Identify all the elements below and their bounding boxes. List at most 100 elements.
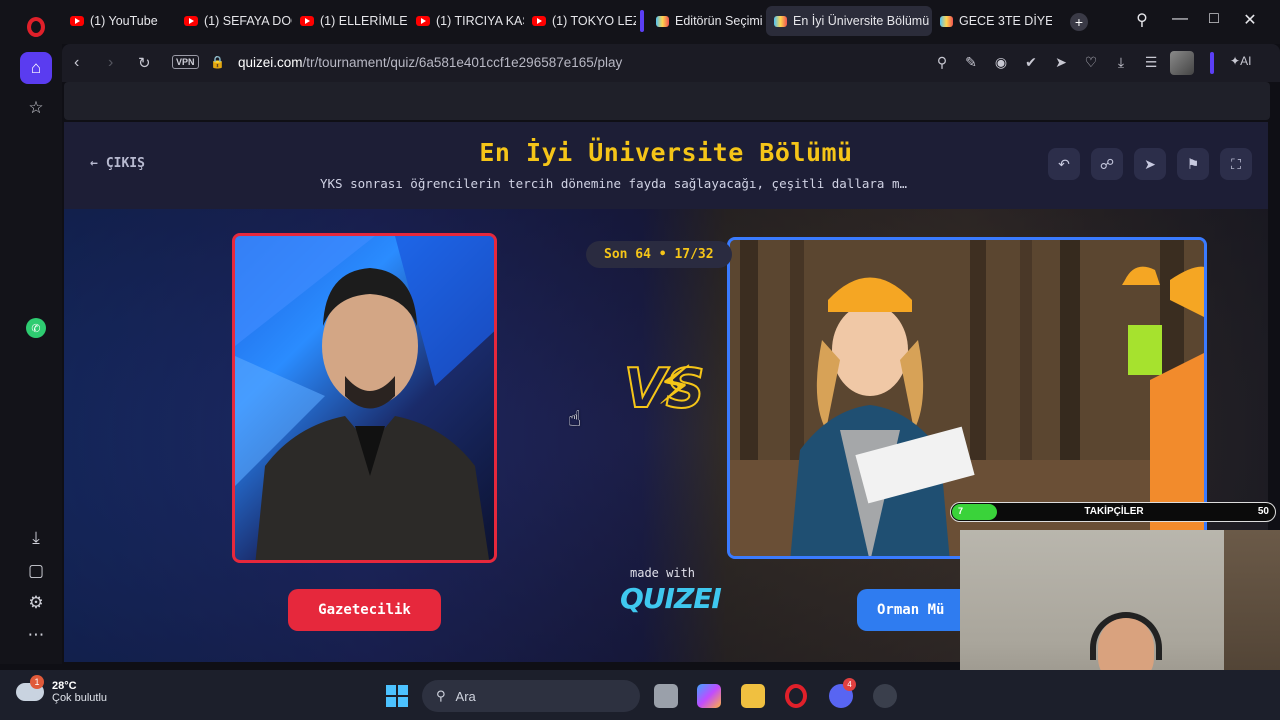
youtube-icon: [416, 16, 430, 26]
address-bar: ‹ › ↻ VPN 🔒 quizei.com/tr/tournament/qui…: [62, 44, 1280, 82]
url-host: quizei.com: [238, 55, 303, 70]
url-field[interactable]: quizei.com/tr/tournament/quiz/6a581e401c…: [238, 55, 622, 70]
tab-editor-choice[interactable]: Editörün Seçimi: [648, 6, 766, 36]
tab-search-icon[interactable]: ⚲: [1130, 10, 1154, 30]
made-with-label: made with: [630, 566, 696, 580]
tab-sefaya[interactable]: (1) SEFAYA DOĞ: [176, 6, 292, 36]
tab-label: (1) YouTube: [90, 14, 158, 28]
bookmarks-bar: [64, 82, 1270, 120]
profile-avatar[interactable]: [1170, 51, 1194, 75]
lightning-icon: ⚡: [656, 356, 694, 416]
tab-island-divider: [640, 10, 644, 32]
round-indicator: Son 64 • 17/32: [586, 241, 732, 268]
followers-max: 50: [1257, 506, 1269, 517]
whatsapp-icon[interactable]: ✆: [20, 312, 52, 344]
tab-label: Editörün Seçimi: [675, 14, 763, 28]
star-icon[interactable]: ☆: [20, 92, 52, 124]
followers-progress-bar: 7 TAKİPÇİLER 50: [950, 502, 1276, 522]
tab-tirciya[interactable]: (1) TIRCIYA KASI: [408, 6, 524, 36]
tab-strip: (1) YouTube (1) SEFAYA DOĞ (1) ELLERİMLE…: [62, 6, 1052, 38]
app-icon[interactable]: [873, 684, 897, 708]
camera-icon[interactable]: ◉: [991, 54, 1011, 71]
mouse-cursor-icon: ☝: [568, 406, 582, 431]
flag-icon[interactable]: ⚑: [1177, 148, 1209, 180]
page-subtitle: YKS sonrası öğrencilerin tercih dönemine…: [320, 176, 907, 191]
reload-icon[interactable]: ↻: [138, 54, 151, 72]
share-icon[interactable]: ☍: [1091, 148, 1123, 180]
cube-icon[interactable]: ▢: [20, 555, 52, 587]
browser-tab-bar: (1) YouTube (1) SEFAYA DOĞ (1) ELLERİMLE…: [0, 0, 1280, 44]
url-path: /tr/tournament/quiz/6a581e401ccf1e296587…: [302, 55, 623, 70]
forward-arrow-icon[interactable]: ›: [108, 54, 113, 72]
youtube-icon: [532, 16, 546, 26]
shield-check-icon[interactable]: ✔: [1021, 54, 1041, 71]
tab-label: En İyi Üniversite Bölümü -: [793, 14, 932, 28]
browser-sidebar: ⌂ ☆ ✆ ⤓ ▢ ⚙ ⋯: [0, 44, 62, 664]
zoom-search-icon[interactable]: ⚲: [932, 54, 952, 71]
youtube-icon: [184, 16, 198, 26]
weather-temp: 28°C: [52, 680, 77, 692]
weather-badge: 1: [30, 675, 44, 689]
download-icon[interactable]: ⤓: [20, 522, 52, 554]
minimize-icon[interactable]: —: [1168, 10, 1192, 28]
menu-icon[interactable]: ☰: [1141, 54, 1161, 71]
quizei-icon: [774, 15, 787, 27]
back-arrow-icon[interactable]: ‹: [74, 54, 79, 72]
tab-en-iyi-universite[interactable]: En İyi Üniversite Bölümü -: [766, 6, 932, 36]
home-icon[interactable]: ⌂: [20, 52, 52, 84]
youtube-icon: [70, 16, 84, 26]
new-tab-plus-icon[interactable]: +: [1070, 13, 1088, 31]
ai-divider: [1210, 52, 1214, 74]
ai-label: AI: [1240, 54, 1252, 68]
discord-icon[interactable]: 4: [829, 678, 856, 708]
tab-label: (1) TIRCIYA KASI: [436, 14, 524, 28]
send-icon[interactable]: ➤: [1051, 54, 1071, 71]
tab-ellerimle[interactable]: (1) ELLERİMLE P: [292, 6, 408, 36]
send-icon[interactable]: ➤: [1134, 148, 1166, 180]
more-dots-icon[interactable]: ⋯: [20, 619, 52, 651]
followers-label: TAKİPÇİLER: [1084, 506, 1144, 517]
maximize-icon[interactable]: □: [1202, 10, 1226, 28]
copilot-icon[interactable]: [697, 684, 721, 708]
quizei-logo: QUIZEI: [620, 582, 722, 615]
journalist-photo: [235, 236, 494, 560]
heart-icon[interactable]: ♡: [1081, 54, 1101, 71]
task-view-icon[interactable]: [654, 684, 678, 708]
close-icon[interactable]: ✕: [1238, 10, 1262, 30]
windows-taskbar: 1 28°C Çok bulutlu ⚲ Ara 4: [0, 670, 1280, 720]
quizei-icon: [940, 15, 953, 27]
tab-label: GECE 3TE DİYET: [959, 14, 1052, 28]
quizei-icon: [656, 15, 669, 27]
choice-left-button[interactable]: Gazetecilik: [288, 589, 441, 631]
headset: [1090, 612, 1162, 660]
discord-badge: 4: [843, 678, 856, 691]
windows-start-icon[interactable]: [386, 685, 408, 707]
tab-label: (1) TOKYO LEZZ: [552, 14, 636, 28]
opera-logo-icon[interactable]: [22, 13, 50, 41]
tab-gece-diyet[interactable]: GECE 3TE DİYET: [932, 6, 1052, 36]
weather-condition: Çok bulutlu: [52, 692, 108, 704]
vpn-badge[interactable]: VPN: [172, 55, 199, 69]
ai-button[interactable]: ✦AI: [1230, 54, 1251, 68]
tab-label: (1) ELLERİMLE P: [320, 14, 408, 28]
fullscreen-icon[interactable]: ⛶: [1220, 148, 1252, 180]
tab-label: (1) SEFAYA DOĞ: [204, 14, 292, 28]
search-icon: ⚲: [436, 688, 446, 703]
lock-icon[interactable]: 🔒: [210, 55, 225, 69]
youtube-icon: [300, 16, 314, 26]
option-left-image[interactable]: [232, 233, 497, 563]
tab-tokyo[interactable]: (1) TOKYO LEZZ: [524, 6, 636, 36]
screen: (1) YouTube (1) SEFAYA DOĞ (1) ELLERİMLE…: [0, 0, 1280, 720]
page-toolbar: ↶ ☍ ➤ ⚑ ⛶: [1048, 148, 1252, 180]
file-explorer-icon[interactable]: [741, 684, 765, 708]
search-placeholder: Ara: [455, 688, 476, 704]
download-icon[interactable]: ⤓: [1111, 54, 1131, 71]
taskbar-search[interactable]: ⚲ Ara: [422, 680, 640, 712]
opera-taskbar-icon[interactable]: [785, 684, 807, 708]
weather-widget[interactable]: 1 28°C Çok bulutlu: [16, 675, 108, 704]
tab-youtube[interactable]: (1) YouTube: [62, 6, 176, 36]
cloud-icon: 1: [16, 675, 44, 701]
edit-icon[interactable]: ✎: [961, 54, 981, 71]
undo-icon[interactable]: ↶: [1048, 148, 1080, 180]
settings-gear-icon[interactable]: ⚙: [20, 587, 52, 619]
